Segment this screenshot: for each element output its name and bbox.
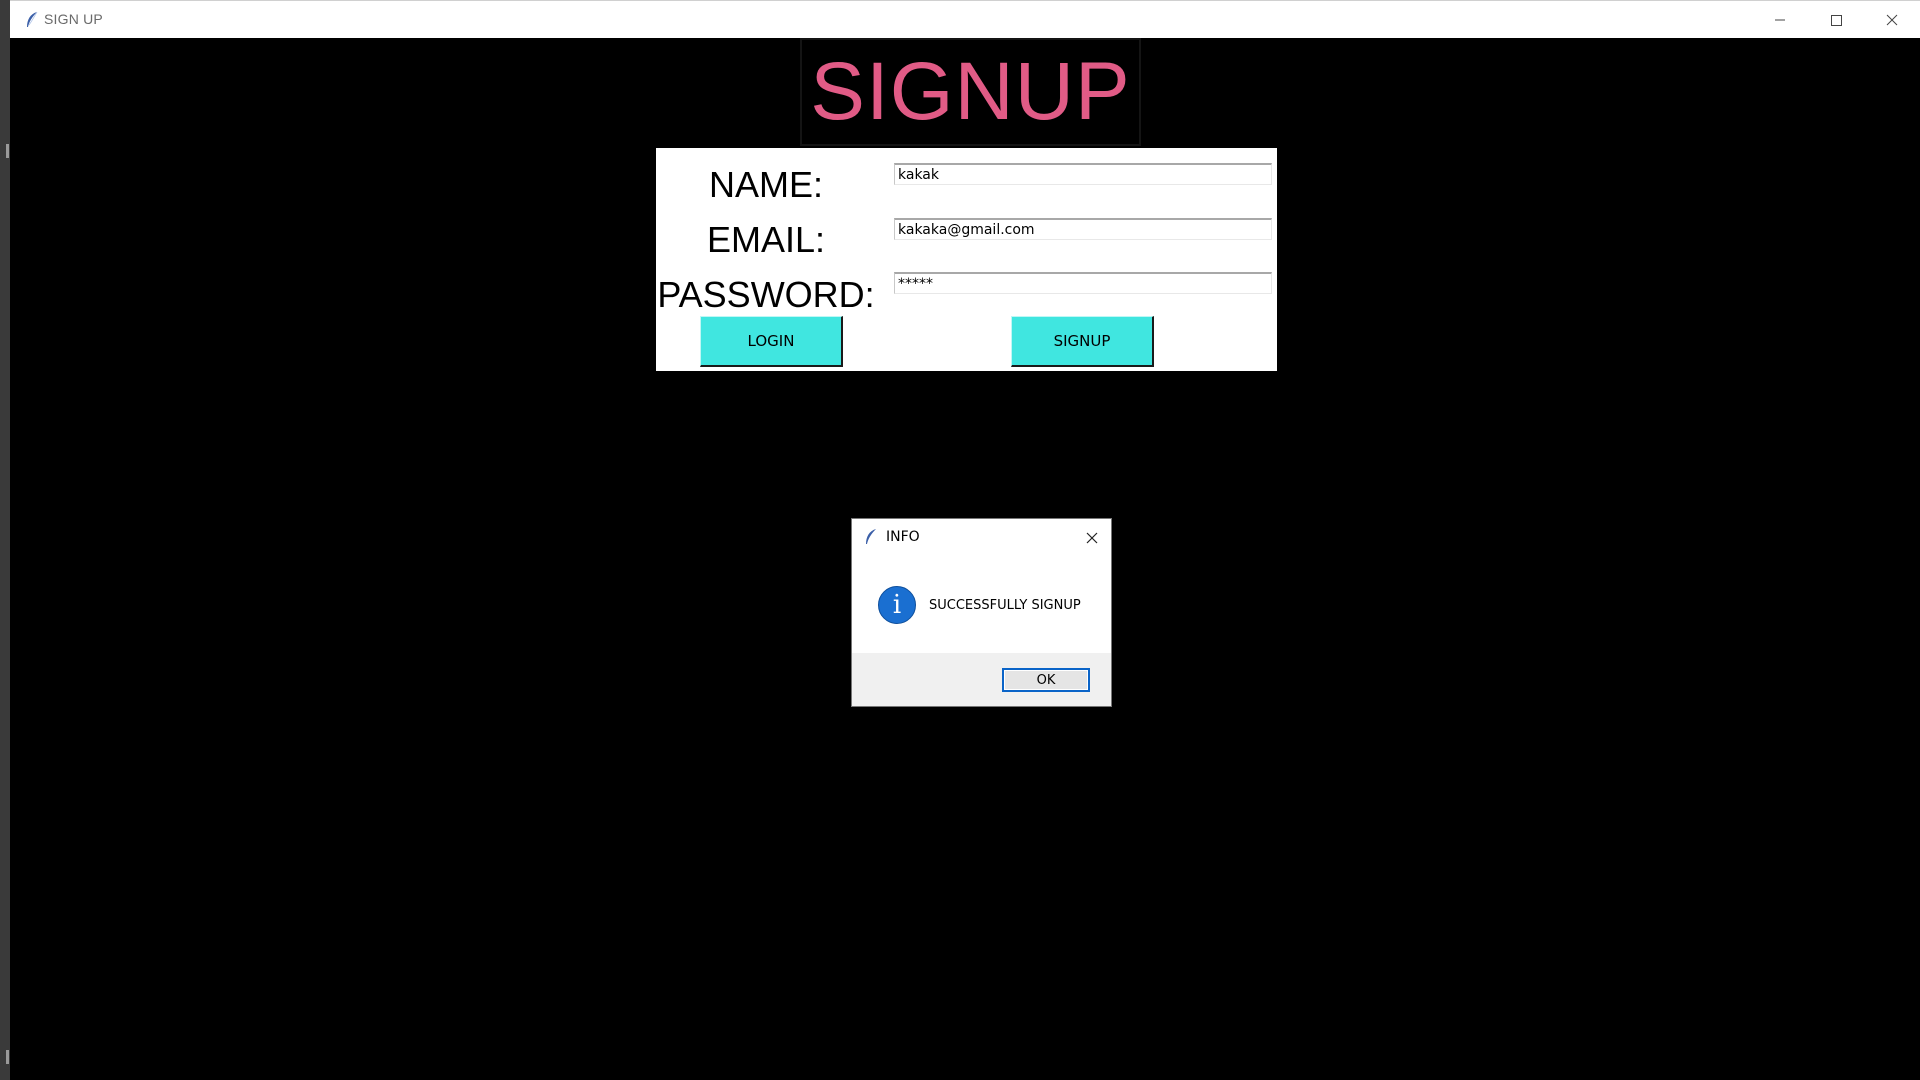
dialog-message: SUCCESSFULLY SIGNUP xyxy=(929,598,1081,613)
window-title: SIGN UP xyxy=(44,11,103,27)
name-label: NAME: xyxy=(708,164,823,205)
page-title: SIGNUP xyxy=(810,46,1131,137)
desktop-mark xyxy=(6,144,9,158)
maximize-icon xyxy=(1831,15,1842,26)
minimize-icon xyxy=(1775,19,1785,21)
dialog-footer: OK xyxy=(852,653,1111,706)
signup-form: NAME: EMAIL: PASSWORD: LOGIN SIGNUP xyxy=(656,148,1277,371)
feather-icon xyxy=(866,529,876,544)
desktop-mark xyxy=(6,1050,9,1064)
password-label: PASSWORD: xyxy=(657,274,875,315)
dialog-title: INFO xyxy=(886,529,920,545)
close-button[interactable] xyxy=(1864,1,1920,39)
heading-frame: SIGNUP xyxy=(800,38,1141,146)
close-icon xyxy=(1086,532,1098,544)
signup-window: SIGN UP SIGNUP NAME: EMAIL: xyxy=(10,0,1920,1080)
ok-button[interactable]: OK xyxy=(1002,668,1090,692)
password-field[interactable] xyxy=(894,272,1272,294)
email-field[interactable] xyxy=(894,218,1272,240)
desktop-edge xyxy=(0,0,10,1080)
info-dialog: INFO i SUCCESSFULLY SIGNUP OK xyxy=(851,518,1112,707)
login-button[interactable]: LOGIN xyxy=(700,316,843,367)
maximize-button[interactable] xyxy=(1808,1,1864,39)
info-icon: i xyxy=(878,586,916,624)
title-bar: SIGN UP xyxy=(10,0,1920,38)
email-label: EMAIL: xyxy=(706,219,826,260)
close-icon xyxy=(1886,14,1898,26)
name-field[interactable] xyxy=(894,163,1272,185)
window-client-area: SIGNUP NAME: EMAIL: PASSWORD: LOGIN SIGN… xyxy=(10,38,1920,1080)
signup-button[interactable]: SIGNUP xyxy=(1011,316,1154,367)
feather-icon xyxy=(27,11,38,27)
dialog-close-button[interactable] xyxy=(1081,527,1103,549)
minimize-button[interactable] xyxy=(1752,1,1808,39)
